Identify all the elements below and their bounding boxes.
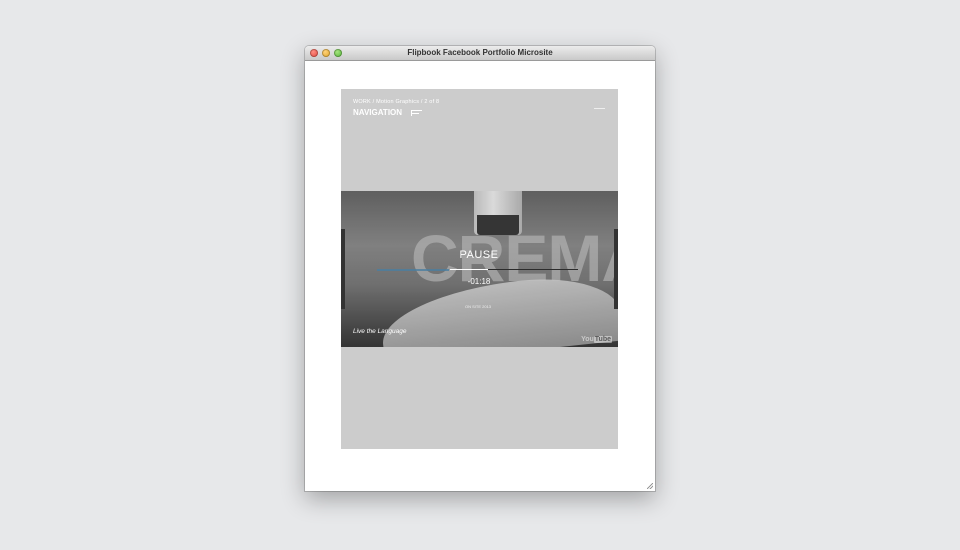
video-player[interactable]: CREMA PAUSE -01:18 ON SITE 2013 Live the… [341, 191, 618, 347]
navigation-toggle[interactable]: NAVIGATION [353, 108, 402, 117]
video-tagline: Live the Language [353, 328, 407, 335]
time-remaining: -01:18 [467, 277, 491, 286]
youtube-logo-you: You [581, 336, 594, 343]
breadcrumb[interactable]: WORK / Motion Graphics / 2 of 8 [353, 99, 439, 105]
next-slide-handle[interactable] [614, 229, 618, 309]
title-bar[interactable]: Flipbook Facebook Portfolio Microsite [305, 46, 655, 61]
portfolio-page: WORK / Motion Graphics / 2 of 8 NAVIGATI… [341, 89, 618, 449]
buffer-bar [377, 269, 449, 271]
resize-grip-icon[interactable] [647, 483, 653, 489]
app-window: Flipbook Facebook Portfolio Microsite WO… [305, 46, 655, 491]
menu-icon[interactable] [594, 108, 605, 109]
window-title: Flipbook Facebook Portfolio Microsite [407, 48, 553, 57]
progress-fill [450, 269, 489, 270]
navigation-arrow-icon[interactable] [411, 110, 422, 116]
progress-bar[interactable] [450, 269, 578, 270]
pause-button[interactable]: PAUSE [449, 249, 509, 261]
video-small-caption: ON SITE 2013 [465, 304, 492, 309]
previous-slide-handle[interactable] [341, 229, 345, 309]
youtube-logo-icon[interactable]: YouTube [581, 336, 612, 343]
youtube-logo-tube: Tube [593, 336, 612, 343]
